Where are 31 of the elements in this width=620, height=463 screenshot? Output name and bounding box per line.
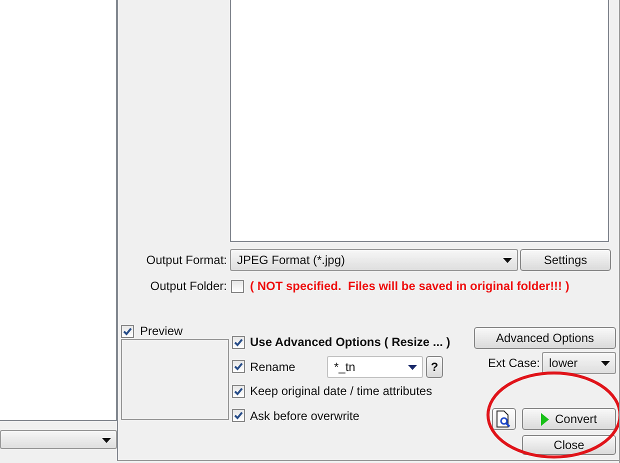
- close-button[interactable]: Close: [522, 435, 616, 455]
- output-folder-label: Output Folder:: [149, 279, 227, 293]
- option-checkbox[interactable]: [232, 384, 245, 398]
- ext-case-label: Ext Case:: [488, 356, 540, 370]
- play-icon: [540, 412, 549, 426]
- output-folder-checkbox[interactable]: [231, 280, 244, 292]
- option-checkbox[interactable]: [232, 409, 245, 422]
- source-dropdown[interactable]: [0, 430, 117, 449]
- option-label: Ask before overwrite: [250, 408, 360, 423]
- ext-case-dropdown[interactable]: lower: [542, 352, 616, 374]
- option-label: Use Advanced Options ( Resize ... ): [250, 335, 450, 350]
- preview-file-button[interactable]: [492, 408, 516, 430]
- advanced-options-button[interactable]: Advanced Options: [474, 327, 616, 349]
- preview-checkbox[interactable]: [121, 324, 134, 338]
- option-checkbox[interactable]: [232, 336, 245, 349]
- magnifier-document-icon: [496, 410, 512, 428]
- convert-button[interactable]: Convert: [522, 408, 616, 430]
- help-button[interactable]: ?: [426, 356, 443, 378]
- caret-icon: [408, 364, 417, 370]
- option-label: Keep original date / time attributes: [250, 384, 432, 398]
- caret-icon: [102, 438, 111, 442]
- option-checkbox[interactable]: [232, 360, 245, 374]
- option-label: Rename: [250, 360, 296, 374]
- settings-button[interactable]: Settings: [520, 249, 611, 271]
- caret-icon: [503, 258, 512, 263]
- output-format-label: Output Format:: [145, 253, 227, 267]
- format-dropdown[interactable]: JPEG Format (*.jpg): [230, 249, 518, 271]
- folder-warning: ( NOT specified. Files will be saved in original folder!!! ): [250, 279, 570, 293]
- caret-icon: [601, 361, 610, 366]
- preview-label: Preview: [140, 324, 183, 338]
- rename-pattern-dropdown[interactable]: *_tn: [327, 356, 423, 378]
